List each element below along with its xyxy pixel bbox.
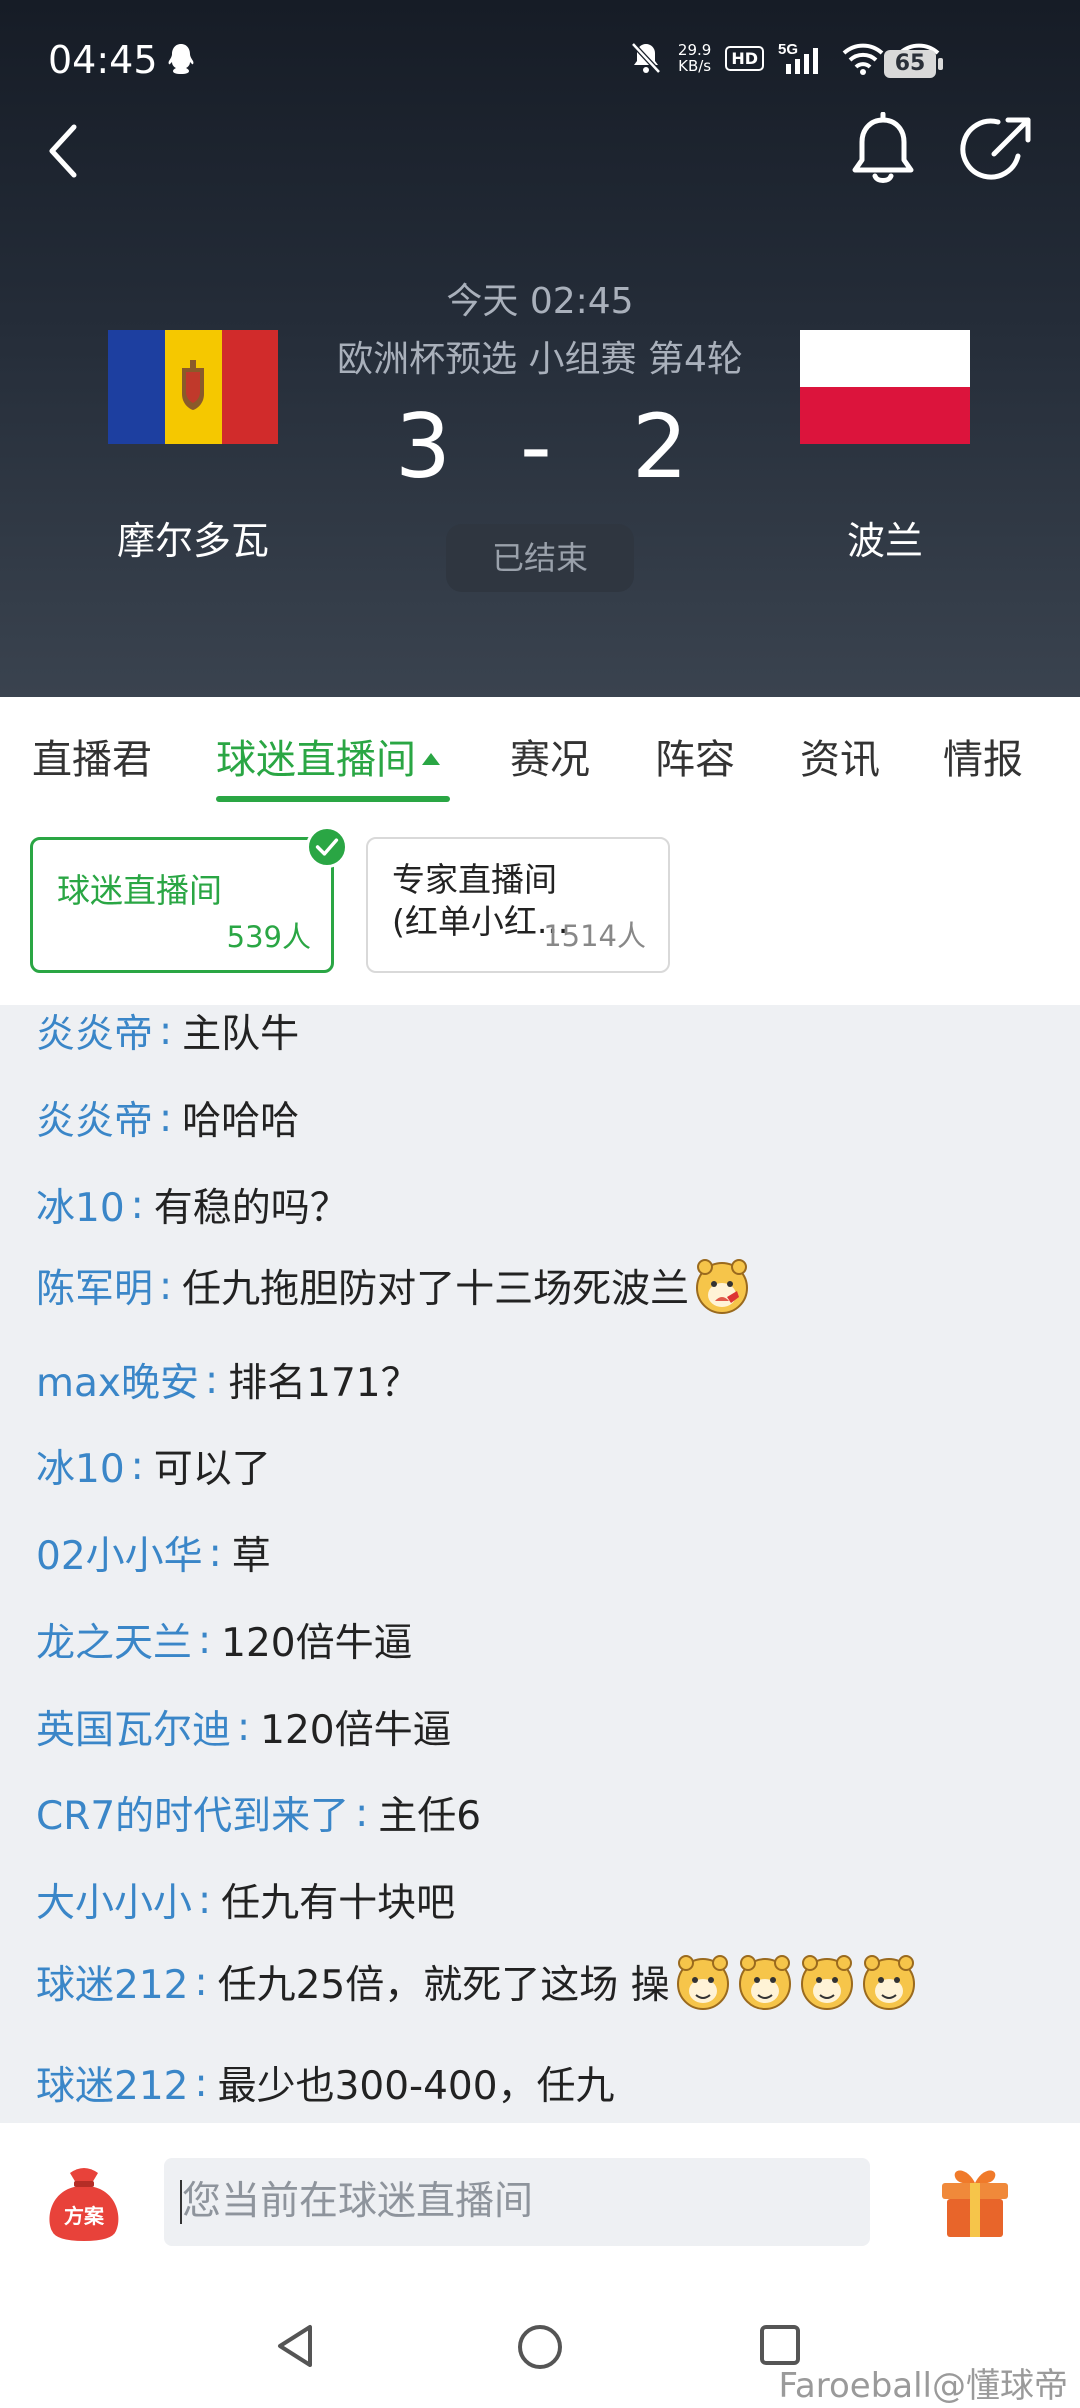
chat-message: 陈军明: 任九拖胆防对了十三场死波兰 <box>36 1257 751 1315</box>
chat-text: 任九25倍，就死了这场 操 <box>217 1963 670 2008</box>
chat-message: max晚安: 排名171？ <box>36 1352 420 1408</box>
chat-message: 炎炎帝: 哈哈哈 <box>36 1090 299 1146</box>
chat-text: 120倍牛逼 <box>221 1621 413 1666</box>
svg-text:5G: 5G <box>778 41 798 58</box>
chat-username[interactable]: 炎炎帝 <box>36 1005 153 1059</box>
status-bar: 04:45 29.9 KB/s HD 5G 65 <box>0 0 1080 125</box>
watermark: Faroeball@懂球帝 <box>778 2366 1068 2406</box>
chat-username[interactable]: 英国瓦尔迪 <box>36 1699 231 1755</box>
signal-5g-icon: 5G <box>778 41 818 74</box>
active-tab-indicator <box>216 796 450 802</box>
caret-up-icon <box>422 753 440 765</box>
chat-username[interactable]: 球迷212 <box>36 1954 188 2010</box>
chat-username[interactable]: 陈军明 <box>36 1258 153 1314</box>
home-score: 3 <box>395 395 451 498</box>
away-score: 2 <box>632 395 688 498</box>
chat-message: CR7的时代到来了: 主任6 <box>36 1785 481 1841</box>
chat-message: 球迷212: 最少也300-400，任九 <box>36 2055 615 2111</box>
chat-text: 主队牛 <box>182 1012 300 1057</box>
nav-back-icon[interactable] <box>272 2321 322 2371</box>
chat-message: 炎炎帝: 主队牛 <box>36 1005 299 1059</box>
chat-message: 球迷212: 任九25倍，就死了这场 操 <box>36 1953 918 2011</box>
chat-list[interactable]: 炎炎帝: 主队牛 炎炎帝: 哈哈哈 冰10: 有稳的吗？ 陈军明: 任九拖胆防对了十三场… <box>0 1005 1080 2123</box>
chat-input[interactable]: 您当前在球迷直播间 <box>164 2158 870 2246</box>
match-status-badge: 已结束 <box>446 524 634 592</box>
hamster-emoji-icon <box>696 1259 749 1314</box>
chat-text: 可以了 <box>153 1447 271 1492</box>
qq-notification-icon <box>168 44 194 74</box>
chat-input-bar: 方案 您当前在球迷直播间 <box>0 2123 1080 2283</box>
score-separator: - <box>520 395 552 498</box>
status-time: 04:45 <box>48 38 158 82</box>
chat-message: 冰10: 有稳的吗？ <box>36 1177 349 1233</box>
hamster-emoji-icon <box>676 1955 729 2010</box>
chat-text: 排名171？ <box>228 1361 420 1406</box>
bell-icon[interactable] <box>848 112 918 188</box>
match-header: 04:45 29.9 KB/s HD 5G 65 今天 02:45 欧洲杯预选 … <box>0 0 1080 697</box>
chat-text: 草 <box>231 1534 271 1579</box>
match-time: 今天 02:45 <box>446 281 634 322</box>
back-icon[interactable] <box>40 115 90 185</box>
chat-message: 龙之天兰:120倍牛逼 <box>36 1612 413 1668</box>
moldova-flag <box>108 330 278 444</box>
tab-match-status[interactable]: 赛况 <box>510 727 590 785</box>
nav-home-icon[interactable] <box>516 2323 564 2371</box>
away-team-name[interactable]: 波兰 <box>755 510 1015 565</box>
room-selector: 球迷直播间 539人 专家直播间(红单小红... 1514人 <box>0 807 1080 1005</box>
network-speed: 29.9 KB/s <box>677 41 712 75</box>
tab-lineup[interactable]: 阵容 <box>655 727 735 785</box>
hamster-emoji-icon <box>738 1955 791 2010</box>
room-count: 1514人 <box>543 919 646 953</box>
room-card-expert[interactable]: 专家直播间(红单小红... 1514人 <box>366 837 670 973</box>
mute-icon <box>631 42 661 74</box>
hd-badge: HD <box>725 45 764 71</box>
chat-text: 哈哈哈 <box>182 1099 300 1144</box>
share-icon[interactable] <box>960 112 1036 188</box>
chat-username[interactable]: max晚安 <box>36 1352 199 1408</box>
hamster-emoji-icon <box>862 1955 915 2010</box>
chat-message: 02小小华: 草 <box>36 1525 271 1581</box>
chat-username[interactable]: 龙之天兰 <box>36 1612 192 1668</box>
selected-check-icon <box>306 826 348 868</box>
chat-username[interactable]: 冰10 <box>36 1177 125 1233</box>
chat-text: 任九有十块吧 <box>221 1881 456 1926</box>
chat-text: 任九拖胆防对了十三场死波兰 <box>182 1267 690 1312</box>
hamster-emoji-icon <box>800 1955 853 2010</box>
chat-username[interactable]: 大小小小 <box>36 1872 192 1928</box>
chat-username[interactable]: 02小小华 <box>36 1525 203 1581</box>
system-nav-bar: Faroeball@懂球帝 <box>0 2283 1080 2408</box>
chat-text: 有稳的吗？ <box>153 1186 349 1231</box>
tab-bar: 直播君 球迷直播间 赛况 阵容 资讯 情报 <box>0 697 1080 807</box>
tab-intel[interactable]: 情报 <box>943 727 1023 785</box>
gift-icon[interactable] <box>938 2163 1012 2241</box>
chat-text: 最少也300-400，任九 <box>217 2064 615 2109</box>
chat-username[interactable]: 冰10 <box>36 1438 125 1494</box>
tab-live-host[interactable]: 直播君 <box>32 727 152 785</box>
room-card-fan[interactable]: 球迷直播间 539人 <box>30 837 334 973</box>
home-team-name[interactable]: 摩尔多瓦 <box>63 510 323 565</box>
chat-username[interactable]: 炎炎帝 <box>36 1090 153 1146</box>
battery-icon: 65 <box>884 50 943 78</box>
tab-fan-live-room[interactable]: 球迷直播间 <box>216 727 440 785</box>
tab-news[interactable]: 资讯 <box>800 727 880 785</box>
svg-text:方案: 方案 <box>64 2204 105 2228</box>
chat-text: 120倍牛逼 <box>260 1708 452 1753</box>
chat-text: 主任6 <box>378 1794 482 1839</box>
chat-username[interactable]: 球迷212 <box>36 2055 188 2111</box>
room-title: 球迷直播间 <box>57 871 222 910</box>
chat-message: 冰10: 可以了 <box>36 1438 271 1494</box>
plan-bag-icon[interactable]: 方案 <box>44 2159 124 2243</box>
chat-message: 大小小小: 任九有十块吧 <box>36 1872 455 1928</box>
chat-username[interactable]: CR7的时代到来了 <box>36 1785 349 1841</box>
room-count: 539人 <box>226 920 311 954</box>
wifi-icon <box>842 43 884 75</box>
chat-message: 英国瓦尔迪:120倍牛逼 <box>36 1699 452 1755</box>
poland-flag <box>800 330 970 444</box>
